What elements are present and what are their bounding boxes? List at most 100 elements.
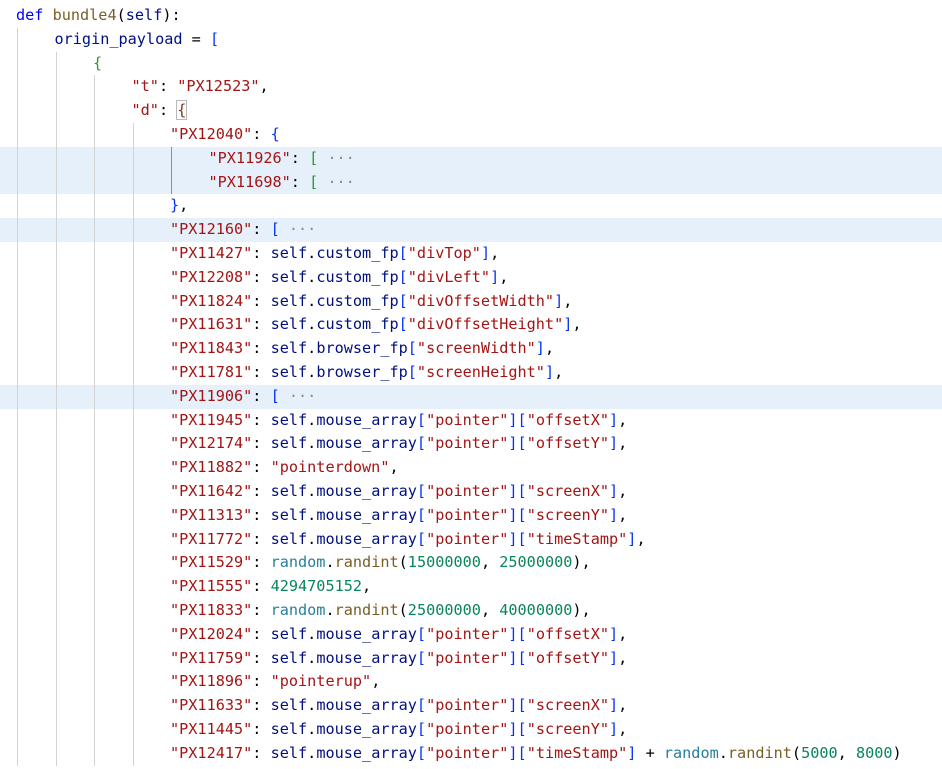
code-text: "PX11529": random.randint(15000000, 2500… [170, 551, 591, 575]
code-text: origin_payload = [ [55, 28, 220, 52]
code-token: "t" [131, 77, 159, 96]
code-line[interactable]: def bundle4(self): [0, 4, 942, 28]
indent-guide [132, 670, 134, 695]
indent-guide [55, 242, 57, 266]
code-line[interactable]: "PX11633": self.mouse_array["pointer"]["… [0, 694, 942, 718]
code-token: : [252, 720, 271, 738]
code-token: . [307, 363, 317, 381]
folded-region-ellipsis[interactable]: ··· [318, 173, 354, 191]
indent-guide [55, 456, 57, 480]
code-text: "t": "PX12523", [132, 75, 269, 99]
code-token: ] [544, 363, 555, 381]
code-token: [ [398, 291, 408, 310]
indent-guide [55, 408, 57, 433]
code-line[interactable]: "PX11772": self.mouse_array["pointer"]["… [0, 527, 942, 552]
code-line[interactable]: "PX11906": [ ··· [0, 384, 942, 409]
code-token: : [158, 77, 178, 96]
code-token: "pointer" [426, 696, 509, 715]
code-line[interactable]: "PX11555": 4294705152, [0, 575, 942, 599]
code-editor[interactable]: def bundle4(self): origin_payload = [{ "t"… [0, 0, 942, 769]
code-line[interactable]: "PX11698": [ ··· [0, 170, 942, 195]
code-token: . [307, 410, 317, 429]
code-text: "PX11698": [ ··· [209, 171, 355, 195]
code-line[interactable]: "PX11631": self.custom_fp["divOffsetHeig… [0, 313, 942, 338]
code-text: "PX11824": self.custom_fp["divOffsetWidt… [170, 290, 572, 314]
code-line[interactable]: "PX11781": self.browser_fp["screenHeight… [0, 361, 942, 385]
code-line[interactable]: "PX11313": self.mouse_array["pointer"]["… [0, 503, 942, 528]
code-text: "PX12174": self.mouse_array["pointer"]["… [170, 432, 627, 456]
code-line[interactable]: "PX11642": self.mouse_array["pointer"]["… [0, 480, 942, 504]
code-line[interactable]: "PX12208": self.custom_fp["divLeft"], [0, 265, 942, 290]
indent-guide [94, 527, 95, 552]
indent-guide [17, 741, 18, 766]
folded-region-ellipsis[interactable]: ··· [318, 149, 354, 167]
code-line[interactable]: "PX11824": self.custom_fp["divOffsetWidt… [0, 289, 942, 314]
indent-guide [17, 170, 18, 195]
code-token: : [252, 601, 271, 619]
indent-guide [132, 289, 134, 314]
code-line[interactable]: "PX11896": "pointerup", [0, 670, 942, 695]
code-token: "PX11945" [170, 410, 253, 429]
code-token: self [270, 267, 308, 286]
indent-guide [55, 432, 57, 457]
code-line[interactable]: origin_payload = [ [0, 27, 942, 52]
code-line[interactable]: "PX11833": random.randint(25000000, 4000… [0, 599, 942, 623]
indent-guide [17, 265, 18, 290]
code-text: "PX11313": self.mouse_array["pointer"]["… [170, 504, 627, 528]
code-line[interactable]: "PX12040": { [0, 123, 942, 147]
code-line[interactable]: "d": { [0, 99, 942, 123]
code-text: "PX11906": [ ··· [170, 385, 316, 409]
indent-guide [55, 337, 57, 361]
code-token: [ [416, 624, 427, 643]
indent-guide [94, 456, 95, 480]
code-token: , [618, 434, 628, 453]
indent-guide [55, 741, 57, 766]
code-line[interactable]: "PX11945": self.mouse_array["pointer"]["… [0, 408, 942, 433]
code-line[interactable]: "PX11445": self.mouse_array["pointer"]["… [0, 718, 942, 742]
code-line[interactable]: "PX11529": random.randint(15000000, 2500… [0, 551, 942, 576]
code-token: origin_payload [54, 29, 183, 48]
code-token: [ [416, 720, 427, 738]
code-token: "pointer" [426, 482, 509, 500]
code-token: ] [608, 482, 619, 500]
code-token: "pointer" [426, 624, 509, 643]
indent-guide [132, 170, 134, 195]
indent-guide [132, 741, 134, 766]
code-line[interactable]: "PX12160": [ ··· [0, 218, 942, 242]
indent-guide [55, 480, 57, 504]
code-token: "PX11882" [170, 458, 253, 477]
code-token: , [179, 196, 189, 215]
code-token: self [270, 244, 308, 262]
code-token: ) [892, 743, 902, 762]
code-line[interactable]: "PX12417": self.mouse_array["pointer"]["… [0, 741, 942, 766]
code-token: mouse_array [316, 696, 417, 715]
indent-guide [55, 289, 57, 314]
code-token: , [618, 482, 628, 500]
indent-guide [94, 170, 95, 195]
code-token: : [252, 553, 271, 572]
code-token: : [252, 648, 271, 667]
folded-region-ellipsis[interactable]: ··· [280, 220, 316, 238]
code-token: + [636, 743, 664, 762]
code-line[interactable]: "PX11926": [ ··· [0, 146, 942, 171]
indent-guide [132, 242, 134, 266]
code-line[interactable]: "PX11882": "pointerdown", [0, 456, 942, 480]
code-token: { [93, 53, 103, 72]
code-token: , [618, 720, 628, 738]
code-token: , [618, 696, 628, 715]
code-line[interactable]: "PX12024": self.mouse_array["pointer"]["… [0, 622, 942, 647]
indent-guide [17, 408, 18, 433]
code-token: : [252, 339, 271, 358]
code-line[interactable]: { [0, 51, 942, 76]
code-line[interactable]: "t": "PX12523", [0, 75, 942, 100]
code-line[interactable]: "PX11427": self.custom_fp["divTop"], [0, 242, 942, 266]
code-line[interactable]: }, [0, 194, 942, 219]
code-token: browser_fp [316, 363, 408, 381]
code-token: mouse_array [316, 743, 417, 762]
code-token: self [270, 743, 308, 762]
indent-guide [17, 575, 18, 599]
code-line[interactable]: "PX11843": self.browser_fp["screenWidth"… [0, 337, 942, 361]
folded-region-ellipsis[interactable]: ··· [280, 387, 316, 405]
code-line[interactable]: "PX11759": self.mouse_array["pointer"]["… [0, 646, 942, 671]
code-line[interactable]: "PX12174": self.mouse_array["pointer"]["… [0, 432, 942, 457]
